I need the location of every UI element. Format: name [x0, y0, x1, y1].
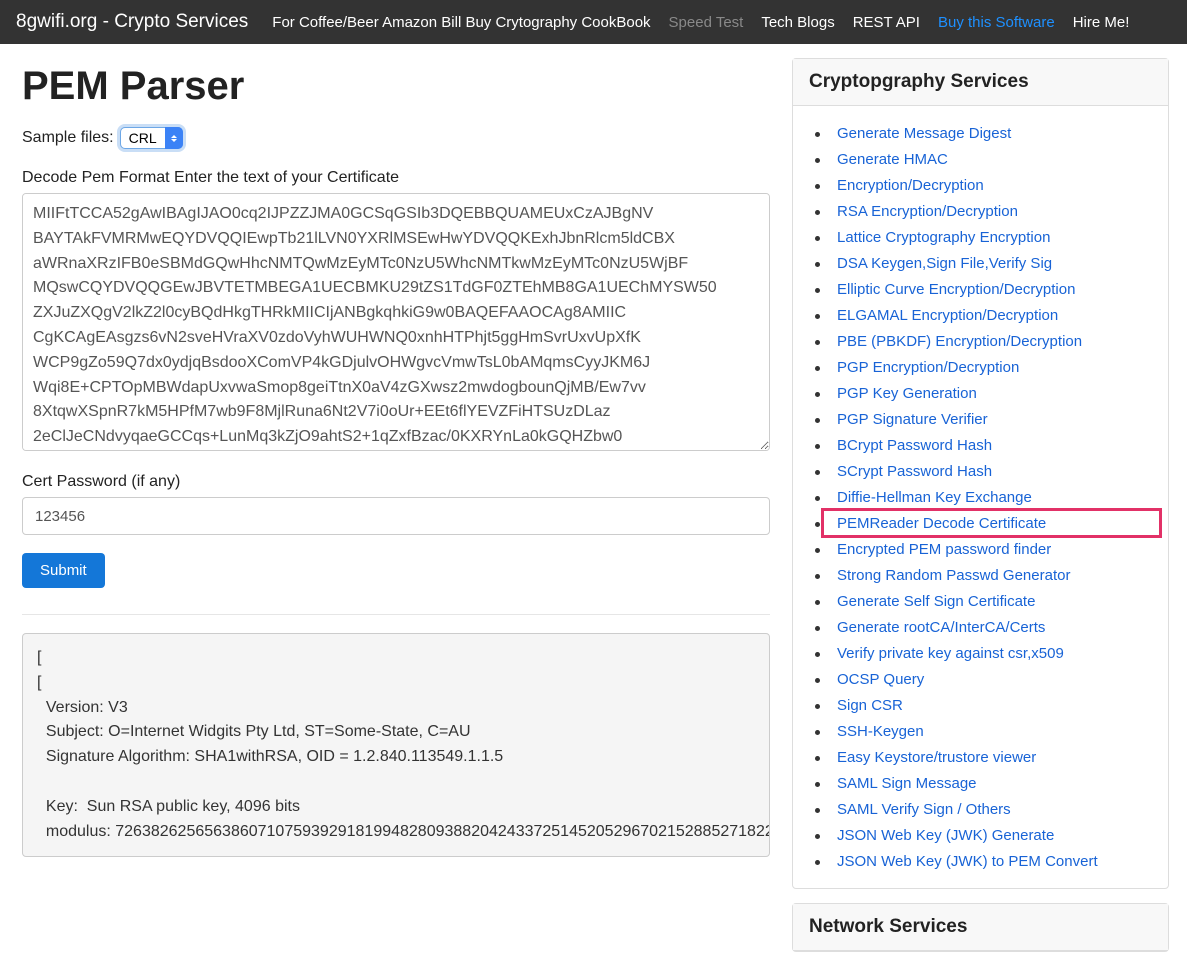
- sidebar-item: RSA Encryption/Decryption: [823, 198, 1160, 224]
- sidebar-link[interactable]: Encrypted PEM password finder: [837, 541, 1051, 558]
- sidebar: Cryptopgraphy Services Generate Message …: [792, 44, 1187, 970]
- crypto-services-panel: Cryptopgraphy Services Generate Message …: [792, 58, 1169, 889]
- crypto-services-header: Cryptopgraphy Services: [793, 59, 1168, 106]
- sidebar-item: DSA Keygen,Sign File,Verify Sig: [823, 250, 1160, 276]
- sidebar-item: Sign CSR: [823, 692, 1160, 718]
- sidebar-item: Generate rootCA/InterCA/Certs: [823, 614, 1160, 640]
- sidebar-item: PGP Signature Verifier: [823, 406, 1160, 432]
- navbar-item-1[interactable]: Speed Test: [669, 14, 744, 31]
- navbar-item-0[interactable]: For Coffee/Beer Amazon Bill Buy Crytogra…: [272, 14, 650, 31]
- network-services-panel: Network Services: [792, 903, 1169, 952]
- sidebar-item: Encrypted PEM password finder: [823, 536, 1160, 562]
- certificate-textarea[interactable]: [22, 193, 770, 451]
- sidebar-item: PGP Encryption/Decryption: [823, 354, 1160, 380]
- sidebar-link[interactable]: Generate Self Sign Certificate: [837, 593, 1035, 610]
- sidebar-link[interactable]: Diffie-Hellman Key Exchange: [837, 489, 1032, 506]
- sidebar-link[interactable]: ELGAMAL Encryption/Decryption: [837, 307, 1058, 324]
- sample-files-row: Sample files: CRL: [22, 127, 770, 149]
- sidebar-link[interactable]: DSA Keygen,Sign File,Verify Sig: [837, 255, 1052, 272]
- sidebar-item: Encryption/Decryption: [823, 172, 1160, 198]
- sidebar-link[interactable]: Strong Random Passwd Generator: [837, 567, 1070, 584]
- sidebar-item: Strong Random Passwd Generator: [823, 562, 1160, 588]
- output-box: [ [ Version: V3 Subject: O=Internet Widg…: [22, 633, 770, 857]
- main-content: PEM Parser Sample files: CRL Decode Pem …: [0, 44, 792, 970]
- cert-password-label: Cert Password (if any): [22, 473, 770, 491]
- navbar-item-2[interactable]: Tech Blogs: [761, 14, 834, 31]
- sidebar-link[interactable]: PGP Key Generation: [837, 385, 977, 402]
- sidebar-item: Verify private key against csr,x509: [823, 640, 1160, 666]
- sidebar-item: BCrypt Password Hash: [823, 432, 1160, 458]
- sidebar-link[interactable]: PGP Encryption/Decryption: [837, 359, 1019, 376]
- sidebar-link[interactable]: Sign CSR: [837, 697, 903, 714]
- sidebar-item: SAML Sign Message: [823, 770, 1160, 796]
- sidebar-link[interactable]: Encryption/Decryption: [837, 177, 984, 194]
- sidebar-link[interactable]: SAML Sign Message: [837, 775, 977, 792]
- sidebar-link[interactable]: BCrypt Password Hash: [837, 437, 992, 454]
- sidebar-link[interactable]: JSON Web Key (JWK) Generate: [837, 827, 1054, 844]
- decode-label: Decode Pem Format Enter the text of your…: [22, 169, 770, 187]
- sidebar-item: SAML Verify Sign / Others: [823, 796, 1160, 822]
- navbar-item-4[interactable]: Buy this Software: [938, 14, 1055, 31]
- sidebar-link[interactable]: PEMReader Decode Certificate: [837, 515, 1046, 532]
- sidebar-link[interactable]: Easy Keystore/trustore viewer: [837, 749, 1036, 766]
- sidebar-link[interactable]: Verify private key against csr,x509: [837, 645, 1064, 662]
- sidebar-item: JSON Web Key (JWK) to PEM Convert: [823, 848, 1160, 874]
- sidebar-link[interactable]: OCSP Query: [837, 671, 924, 688]
- sidebar-link[interactable]: Elliptic Curve Encryption/Decryption: [837, 281, 1075, 298]
- sidebar-link[interactable]: RSA Encryption/Decryption: [837, 203, 1018, 220]
- navbar-item-3[interactable]: REST API: [853, 14, 920, 31]
- sidebar-item: JSON Web Key (JWK) Generate: [823, 822, 1160, 848]
- sidebar-link[interactable]: Lattice Cryptography Encryption: [837, 229, 1050, 246]
- page-title: PEM Parser: [22, 64, 770, 109]
- navbar-brand[interactable]: 8gwifi.org - Crypto Services: [16, 11, 248, 33]
- sidebar-item: PGP Key Generation: [823, 380, 1160, 406]
- sidebar-link[interactable]: SSH-Keygen: [837, 723, 924, 740]
- sidebar-item: Generate Self Sign Certificate: [823, 588, 1160, 614]
- sidebar-link[interactable]: SAML Verify Sign / Others: [837, 801, 1011, 818]
- sidebar-link[interactable]: Generate HMAC: [837, 151, 948, 168]
- sidebar-item: SSH-Keygen: [823, 718, 1160, 744]
- network-services-header: Network Services: [793, 904, 1168, 951]
- sample-files-select[interactable]: CRL: [120, 127, 183, 149]
- sidebar-link[interactable]: PGP Signature Verifier: [837, 411, 988, 428]
- sidebar-item: PBE (PBKDF) Encryption/Decryption: [823, 328, 1160, 354]
- sidebar-item: Elliptic Curve Encryption/Decryption: [823, 276, 1160, 302]
- crypto-services-list: Generate Message Digest Generate HMAC Encr…: [793, 106, 1168, 888]
- divider: [22, 614, 770, 615]
- sidebar-item: Diffie-Hellman Key Exchange: [823, 484, 1160, 510]
- navbar-items: For Coffee/Beer Amazon Bill Buy Crytogra…: [272, 14, 1171, 31]
- submit-button[interactable]: Submit: [22, 553, 105, 588]
- sidebar-link[interactable]: Generate rootCA/InterCA/Certs: [837, 619, 1045, 636]
- navbar: 8gwifi.org - Crypto Services For Coffee/…: [0, 0, 1187, 44]
- cert-password-input[interactable]: [22, 497, 770, 535]
- sidebar-item: Generate HMAC: [823, 146, 1160, 172]
- sidebar-item: Lattice Cryptography Encryption: [823, 224, 1160, 250]
- sidebar-link[interactable]: SCrypt Password Hash: [837, 463, 992, 480]
- sidebar-link[interactable]: JSON Web Key (JWK) to PEM Convert: [837, 853, 1098, 870]
- sidebar-link[interactable]: PBE (PBKDF) Encryption/Decryption: [837, 333, 1082, 350]
- sidebar-item: Easy Keystore/trustore viewer: [823, 744, 1160, 770]
- sidebar-item: SCrypt Password Hash: [823, 458, 1160, 484]
- sample-files-label: Sample files:: [22, 129, 114, 147]
- sidebar-item: OCSP Query: [823, 666, 1160, 692]
- sidebar-link[interactable]: Generate Message Digest: [837, 125, 1011, 142]
- sidebar-item: ELGAMAL Encryption/Decryption: [823, 302, 1160, 328]
- sidebar-item: PEMReader Decode Certificate: [823, 510, 1160, 536]
- sidebar-item: Generate Message Digest: [823, 120, 1160, 146]
- navbar-item-5[interactable]: Hire Me!: [1073, 14, 1130, 31]
